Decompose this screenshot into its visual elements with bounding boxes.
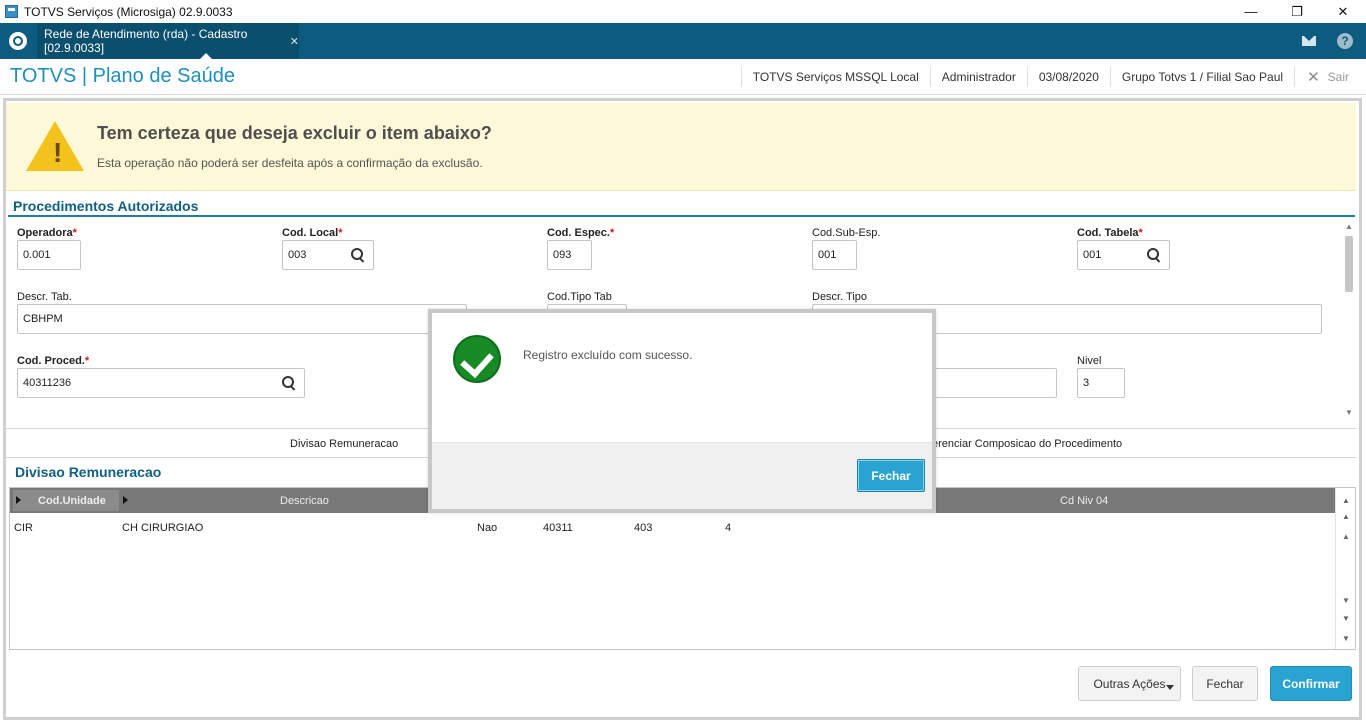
restore-button[interactable]: ❐ (1274, 0, 1320, 23)
dialog-body: Registro excluído com sucesso. (432, 313, 932, 441)
grid-scroll-up-icon[interactable]: ▲ (1341, 532, 1351, 542)
grid-scrollbar[interactable]: ▲ ▲ ▲ ▼ ▼ ▼ (1335, 488, 1355, 649)
header-info: TOTVS Serviços MSSQL Local Administrador… (740, 59, 1366, 94)
minimize-button[interactable]: — (1228, 0, 1274, 23)
cod-tabela-search-icon[interactable] (1147, 248, 1161, 262)
success-check-icon (453, 335, 501, 383)
confirmar-button[interactable]: Confirmar (1270, 666, 1352, 701)
grid-scroll-down-icon[interactable]: ▼ (1341, 596, 1351, 606)
cod-local-field[interactable]: 003 (282, 240, 374, 270)
cod-sub-esp-label: Cod.Sub-Esp. (812, 227, 881, 239)
hidden-field-behind-modal[interactable] (920, 368, 1057, 398)
form-scrollbar[interactable]: ▲ ▼ (1342, 220, 1356, 422)
company-label: Grupo Totvs 1 / Filial Sao Paul (1109, 66, 1294, 87)
cod-proced-label: Cod. Proced.* (17, 355, 90, 367)
user-label: Administrador (929, 66, 1027, 87)
window-title: TOTVS Serviços (Microsiga) 02.9.0033 (24, 4, 233, 19)
section-title: Procedimentos Autorizados (13, 198, 199, 214)
tab-gerenciar-composicao[interactable]: erenciar Composicao do Procedimento (932, 429, 1122, 459)
descr-tab-field[interactable]: CBHPM (17, 304, 467, 334)
cod-tabela-label: Cod. Tabela* (1077, 227, 1143, 239)
descr-tab-label: Descr. Tab. (17, 291, 72, 303)
cod-tabela-field[interactable]: 001 (1077, 240, 1170, 270)
close-window-button[interactable]: ✕ (1320, 0, 1366, 23)
tab-label: Rede de Atendimento (rda) - Cadastro [02… (44, 27, 248, 55)
warning-banner: ! Tem certeza que deseja excluir o item … (6, 103, 1356, 191)
window-title-bar: TOTVS Serviços (Microsiga) 02.9.0033 — ❐… (0, 0, 1366, 23)
col-descricao[interactable]: Descricao (280, 488, 329, 513)
totvs-logo-icon[interactable] (9, 32, 27, 50)
exit-label: Sair (1327, 69, 1349, 84)
grid-scroll-first-icon[interactable]: ▲ (1341, 512, 1351, 522)
mail-icon[interactable] (1299, 31, 1319, 51)
col-cd-niv-04[interactable]: Cd Niv 04 (1060, 488, 1108, 513)
banner-subtitle: Esta operação não poderá ser desfeita ap… (97, 156, 483, 170)
row-indicator-icon (16, 496, 21, 504)
help-icon[interactable]: ? (1337, 33, 1353, 49)
cell-c3: 4 (725, 522, 732, 534)
app-header: TOTVS | Plano de Saúde TOTVS Serviços MS… (0, 59, 1366, 95)
grid-section-title: Divisao Remuneracao (15, 464, 162, 480)
grid-scroll-top-icon[interactable]: ▲ (1341, 496, 1351, 506)
brand-title: TOTVS | Plano de Saúde (10, 65, 235, 87)
date-label: 03/08/2020 (1026, 66, 1110, 87)
server-label: TOTVS Serviços MSSQL Local (740, 66, 930, 87)
cod-tipo-tab-label: Cod.Tipo Tab (547, 291, 612, 303)
outras-acoes-label: Outras Ações (1093, 676, 1166, 691)
scroll-down-icon[interactable]: ▼ (1345, 408, 1353, 417)
exit-icon: ✕ (1307, 68, 1320, 86)
dialog-footer: Fechar (432, 442, 932, 509)
operadora-field[interactable]: 0.001 (17, 240, 81, 270)
fechar-button[interactable]: Fechar (1192, 666, 1258, 701)
success-dialog: Registro excluído com sucesso. Fechar (428, 309, 936, 513)
grid-scroll-bottom-icon[interactable]: ▼ (1341, 634, 1351, 644)
col-cod-unidade[interactable]: Cod.Unidade (38, 488, 106, 513)
descr-tipo-label: Descr. Tipo (812, 291, 868, 303)
cod-proced-field[interactable]: 40311236 (17, 368, 305, 398)
cod-local-label: Cod. Local* (282, 227, 343, 239)
banner-title: Tem certeza que deseja excluir o item ab… (97, 123, 492, 143)
scroll-thumb[interactable] (1345, 236, 1353, 292)
grid-scroll-next-icon[interactable]: ▼ (1341, 614, 1351, 624)
cod-espec-label: Cod. Espec.* (547, 227, 615, 239)
warning-exclamation: ! (53, 137, 63, 168)
operadora-label: Operadora* (17, 227, 77, 239)
cell-c1: 40311 (543, 522, 573, 534)
exit-button[interactable]: ✕ Sair (1294, 66, 1366, 87)
nivel-field[interactable]: 3 (1077, 368, 1125, 398)
cod-sub-esp-field[interactable]: 001 (812, 240, 857, 270)
tab-rede-atendimento[interactable]: Rede de Atendimento (rda) - Cadastro [02… (37, 23, 299, 59)
outras-acoes-button[interactable]: Outras Ações (1078, 666, 1181, 701)
dialog-fechar-button[interactable]: Fechar (857, 459, 925, 492)
tab-close-icon[interactable]: ✕ (290, 35, 299, 48)
app-window-icon (5, 5, 18, 18)
table-row[interactable]: CIR CH CIRURGIAO Nao 40311 403 4 (10, 518, 1336, 538)
cell-c2: 403 (634, 522, 653, 534)
app-tab-bar: Rede de Atendimento (rda) - Cadastro [02… (0, 23, 1366, 59)
cell-unidade: CIR (14, 522, 33, 534)
section-divider (8, 215, 1355, 217)
window-controls: — ❐ ✕ (1228, 0, 1366, 23)
cod-proced-search-icon[interactable] (282, 376, 296, 390)
nivel-label: Nivel (1077, 355, 1102, 367)
dialog-message: Registro excluído com sucesso. (523, 348, 693, 362)
tab-divisao-remuneracao[interactable]: Divisao Remuneracao (290, 429, 398, 459)
chevron-down-icon (1166, 685, 1174, 690)
scroll-up-icon[interactable]: ▲ (1345, 222, 1353, 231)
column-arrow-icon (123, 496, 128, 504)
cell-flag: Nao (477, 522, 498, 534)
cod-espec-field[interactable]: 093 (547, 240, 592, 270)
cod-local-search-icon[interactable] (351, 248, 365, 262)
cell-descricao: CH CIRURGIAO (122, 522, 204, 534)
